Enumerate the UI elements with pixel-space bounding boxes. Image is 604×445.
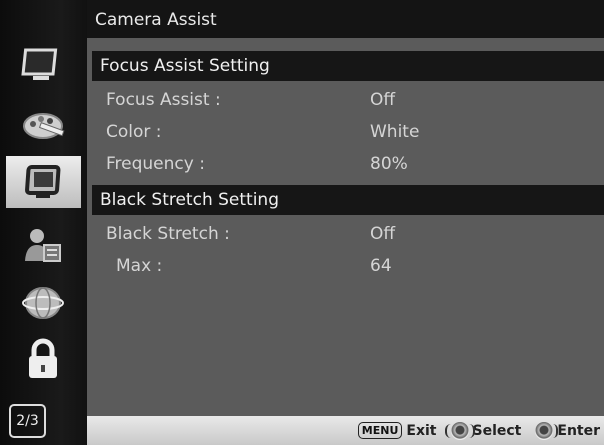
sidebar: 2/3: [0, 0, 87, 445]
monitor-icon[interactable]: [10, 42, 76, 88]
enter-label: Enter: [557, 422, 600, 439]
max-label[interactable]: Max :: [116, 256, 162, 276]
section-title-black-stretch: Black Stretch Setting: [100, 190, 279, 210]
focus-assist-value[interactable]: Off: [370, 90, 395, 110]
screen-icon[interactable]: [6, 156, 81, 208]
focus-assist-label[interactable]: Focus Assist :: [106, 90, 221, 110]
page-title: Camera Assist: [95, 10, 217, 30]
palette-icon[interactable]: [10, 102, 76, 148]
user-config-icon[interactable]: [10, 222, 76, 268]
black-stretch-value[interactable]: Off: [370, 224, 395, 244]
exit-hint[interactable]: MENU Exit: [357, 422, 437, 439]
enter-hint[interactable]: Enter: [535, 421, 600, 440]
max-value[interactable]: 64: [370, 256, 392, 276]
rotate-knob-icon: [444, 421, 475, 440]
footer-bar: MENU Exit Select Enter: [87, 416, 604, 445]
exit-label: Exit: [406, 422, 437, 439]
black-stretch-label[interactable]: Black Stretch :: [106, 224, 230, 244]
lock-icon[interactable]: [10, 336, 76, 382]
select-label: Select: [472, 422, 522, 439]
select-hint[interactable]: Select: [444, 421, 522, 440]
color-value[interactable]: White: [370, 122, 419, 142]
frequency-value[interactable]: 80%: [370, 154, 408, 174]
globe-icon[interactable]: [10, 280, 76, 326]
frequency-label[interactable]: Frequency :: [106, 154, 205, 174]
menu-key-icon: MENU: [357, 422, 403, 439]
page-indicator[interactable]: 2/3: [9, 404, 46, 438]
color-label[interactable]: Color :: [106, 122, 162, 142]
section-title-focus-assist: Focus Assist Setting: [100, 56, 270, 76]
press-knob-icon: [535, 421, 559, 440]
